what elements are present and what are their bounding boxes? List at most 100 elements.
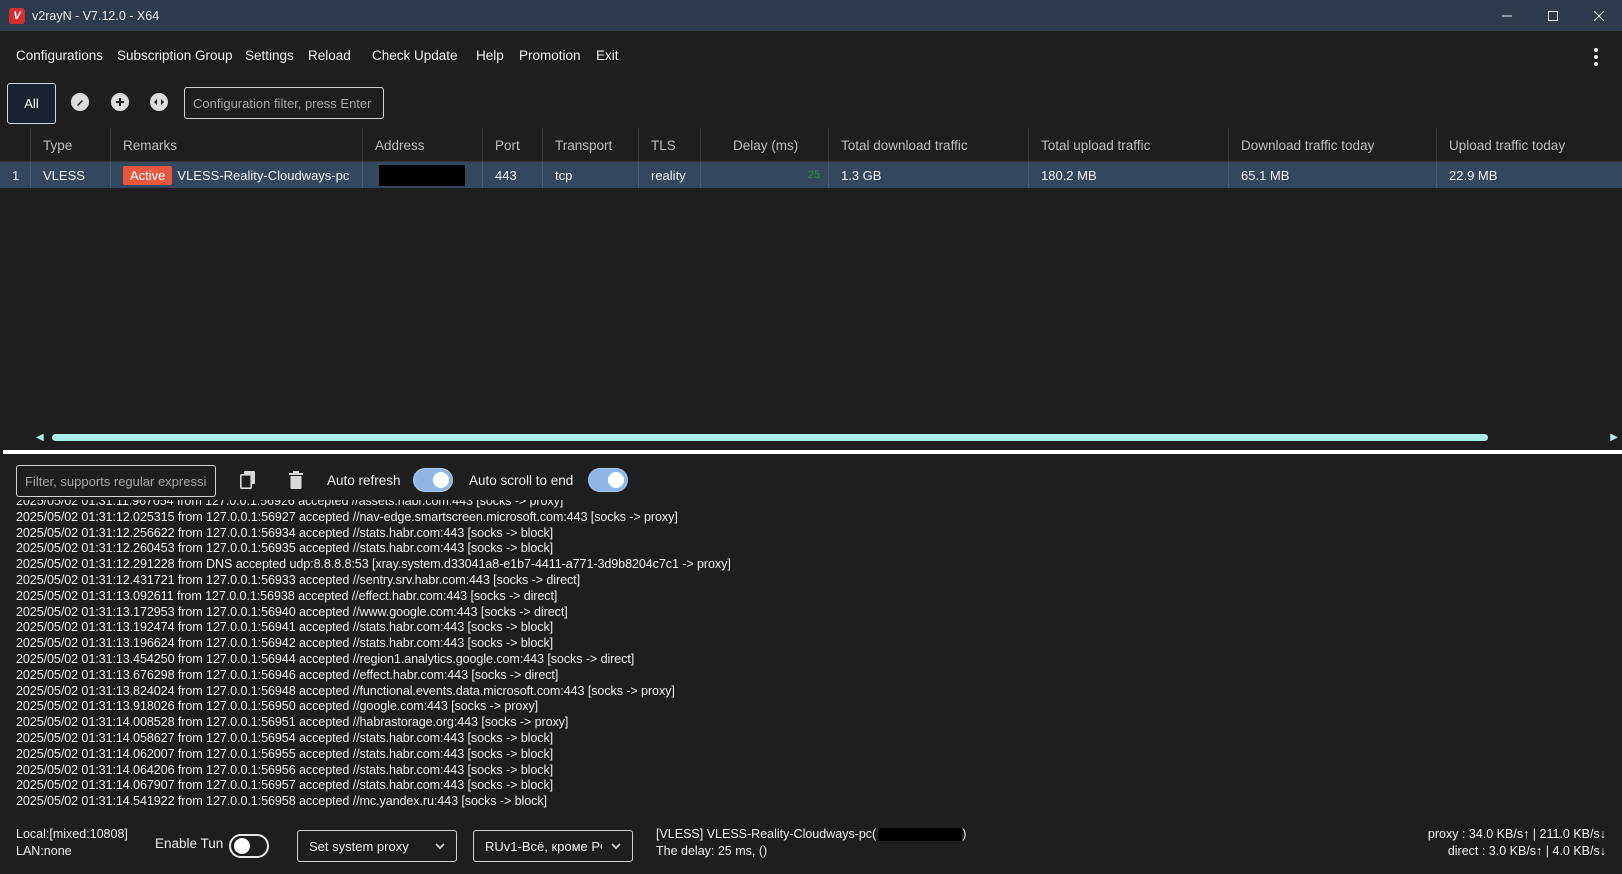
status-bar: Local:[mixed:10808] LAN:none Enable Tun … bbox=[0, 820, 1622, 874]
edit-icon[interactable] bbox=[71, 93, 89, 111]
current-server-name: [VLESS] VLESS-Reality-Cloudways-pc( bbox=[656, 827, 877, 841]
header-delay[interactable]: Delay (ms) bbox=[700, 128, 828, 162]
remarks-text: VLESS-Reality-Cloudways-pc bbox=[177, 167, 350, 183]
current-server-suffix: ) bbox=[962, 827, 967, 841]
scrollbar-thumb[interactable] bbox=[52, 434, 1488, 441]
proxy-speed-text: proxy : 34.0 KB/s↑ | 211.0 KB/s↓ bbox=[1427, 827, 1606, 841]
log-line: 2025/05/02 01:31:14.541922 from 127.0.0.… bbox=[16, 794, 547, 809]
log-line: 2025/05/02 01:31:12.260453 from 127.0.0.… bbox=[16, 541, 554, 556]
copy-icon[interactable] bbox=[240, 471, 256, 489]
server-toolbar: All bbox=[0, 81, 1622, 127]
header-remarks[interactable]: Remarks bbox=[110, 128, 362, 162]
cell-delay: 25 bbox=[700, 162, 828, 188]
log-filter-input[interactable] bbox=[16, 465, 216, 497]
app-logo-icon: V bbox=[9, 7, 25, 24]
delay-text: The delay: 25 ms, () bbox=[656, 844, 768, 858]
cell-tls: reality bbox=[638, 162, 700, 188]
server-grid: Type Remarks Address Port Transport TLS … bbox=[0, 128, 1622, 448]
minimize-button[interactable] bbox=[1484, 0, 1530, 31]
header-download-today[interactable]: Download traffic today bbox=[1228, 128, 1436, 162]
log-toolbar: Auto refresh Auto scroll to end bbox=[0, 460, 1622, 500]
log-line: 2025/05/02 01:31:12.256622 from 127.0.0.… bbox=[16, 525, 554, 540]
header-transport[interactable]: Transport bbox=[542, 128, 638, 162]
menu-help[interactable]: Help bbox=[476, 48, 504, 63]
direct-speed-text: direct : 3.0 KB/s↑ | 4.0 KB/s↓ bbox=[1447, 844, 1606, 858]
log-output[interactable]: 2025/05/02 01:31:11.967054 from 127.0.0.… bbox=[16, 500, 1606, 818]
menu-promotion[interactable]: Promotion bbox=[519, 48, 581, 63]
title-bar: V v2rayN - V7.12.0 - X64 bbox=[0, 0, 1622, 31]
enable-tun-label: Enable Tun bbox=[155, 836, 224, 851]
log-line: 2025/05/02 01:31:12.025315 from 127.0.0.… bbox=[16, 509, 678, 524]
header-address[interactable]: Address bbox=[362, 128, 482, 162]
log-line: 2025/05/02 01:31:14.062007 from 127.0.0.… bbox=[16, 746, 554, 761]
close-button[interactable] bbox=[1576, 0, 1622, 31]
more-options-icon[interactable] bbox=[1594, 48, 1598, 66]
log-line: 2025/05/02 01:31:14.064206 from 127.0.0.… bbox=[16, 762, 554, 777]
local-port-text: Local:[mixed:10808] bbox=[16, 827, 128, 841]
log-line: 2025/05/02 01:31:12.431721 from 127.0.0.… bbox=[16, 572, 580, 587]
panel-splitter[interactable] bbox=[3, 450, 1622, 454]
table-row[interactable]: 1 VLESS Active VLESS-Reality-Cloudways-p… bbox=[0, 162, 1622, 188]
log-line: 2025/05/02 01:31:13.918026 from 127.0.0.… bbox=[16, 699, 539, 714]
maximize-button[interactable] bbox=[1530, 0, 1576, 31]
enable-tun-toggle[interactable] bbox=[229, 834, 269, 858]
minimize-icon bbox=[1502, 15, 1512, 16]
routing-value: RUv1-Всё, кроме РФ bbox=[485, 838, 602, 854]
cell-download-today: 65.1 MB bbox=[1228, 162, 1436, 188]
window-title: v2rayN - V7.12.0 - X64 bbox=[32, 8, 160, 23]
redacted-address bbox=[379, 164, 465, 186]
log-line: 2025/05/02 01:31:13.824024 from 127.0.0.… bbox=[16, 683, 675, 698]
log-line: 2025/05/02 01:31:11.967054 from 127.0.0.… bbox=[16, 500, 564, 508]
header-total-download[interactable]: Total download traffic bbox=[828, 128, 1028, 162]
cell-transport: tcp bbox=[542, 162, 638, 188]
menu-subscription-group[interactable]: Subscription Group bbox=[117, 48, 233, 63]
log-line: 2025/05/02 01:31:13.172953 from 127.0.0.… bbox=[16, 604, 568, 619]
redacted-address bbox=[878, 828, 963, 842]
header-tls[interactable]: TLS bbox=[638, 128, 700, 162]
header-port[interactable]: Port bbox=[482, 128, 542, 162]
log-line: 2025/05/02 01:31:13.196624 from 127.0.0.… bbox=[16, 636, 554, 651]
log-line: 2025/05/02 01:31:14.008528 from 127.0.0.… bbox=[16, 715, 569, 730]
grid-header: Type Remarks Address Port Transport TLS … bbox=[0, 128, 1622, 162]
lan-text: LAN:none bbox=[16, 844, 72, 858]
cell-total-download: 1.3 GB bbox=[828, 162, 1028, 188]
system-proxy-value: Set system proxy bbox=[309, 838, 409, 854]
log-line: 2025/05/02 01:31:13.192474 from 127.0.0.… bbox=[16, 620, 554, 635]
system-proxy-select[interactable]: Set system proxy bbox=[297, 830, 457, 862]
auto-refresh-label: Auto refresh bbox=[327, 473, 401, 488]
log-line: 2025/05/02 01:31:12.291228 from DNS acce… bbox=[16, 557, 731, 572]
menu-bar: Configurations Subscription Group Settin… bbox=[0, 31, 1622, 81]
log-line: 2025/05/02 01:31:13.676298 from 127.0.0.… bbox=[16, 667, 559, 682]
menu-configurations[interactable]: Configurations bbox=[16, 48, 103, 63]
speed-test-icon[interactable] bbox=[150, 93, 168, 111]
menu-exit[interactable]: Exit bbox=[596, 48, 619, 63]
cell-type: VLESS bbox=[30, 162, 110, 188]
delay-value: 25 bbox=[807, 169, 820, 181]
log-line: 2025/05/02 01:31:13.454250 from 127.0.0.… bbox=[16, 651, 635, 666]
scroll-left-icon[interactable]: ◀ bbox=[36, 432, 44, 443]
cell-total-upload: 180.2 MB bbox=[1028, 162, 1228, 188]
routing-select[interactable]: RUv1-Всё, кроме РФ bbox=[473, 830, 633, 862]
current-server-text: [VLESS] VLESS-Reality-Cloudways-pc() bbox=[656, 827, 967, 842]
cell-port: 443 bbox=[482, 162, 542, 188]
auto-refresh-toggle[interactable] bbox=[413, 468, 453, 492]
chevron-down-icon bbox=[611, 843, 621, 850]
trash-icon[interactable] bbox=[288, 471, 304, 489]
menu-settings[interactable]: Settings bbox=[245, 48, 294, 63]
add-icon[interactable] bbox=[111, 93, 129, 111]
close-icon bbox=[1594, 10, 1604, 21]
chevron-down-icon bbox=[435, 843, 445, 850]
row-index: 1 bbox=[12, 167, 20, 183]
menu-reload[interactable]: Reload bbox=[308, 48, 351, 63]
header-type[interactable]: Type bbox=[30, 128, 110, 162]
menu-check-update[interactable]: Check Update bbox=[372, 48, 458, 63]
header-upload-today[interactable]: Upload traffic today bbox=[1436, 128, 1622, 162]
all-group-tab[interactable]: All bbox=[7, 83, 56, 124]
auto-scroll-label: Auto scroll to end bbox=[469, 473, 574, 488]
maximize-icon bbox=[1548, 10, 1558, 21]
header-total-upload[interactable]: Total upload traffic bbox=[1028, 128, 1228, 162]
configuration-filter-input[interactable] bbox=[184, 87, 384, 119]
scroll-right-icon[interactable]: ▶ bbox=[1610, 432, 1618, 443]
auto-scroll-toggle[interactable] bbox=[588, 468, 628, 492]
horizontal-scrollbar[interactable]: ◀ ▶ bbox=[0, 432, 1622, 443]
